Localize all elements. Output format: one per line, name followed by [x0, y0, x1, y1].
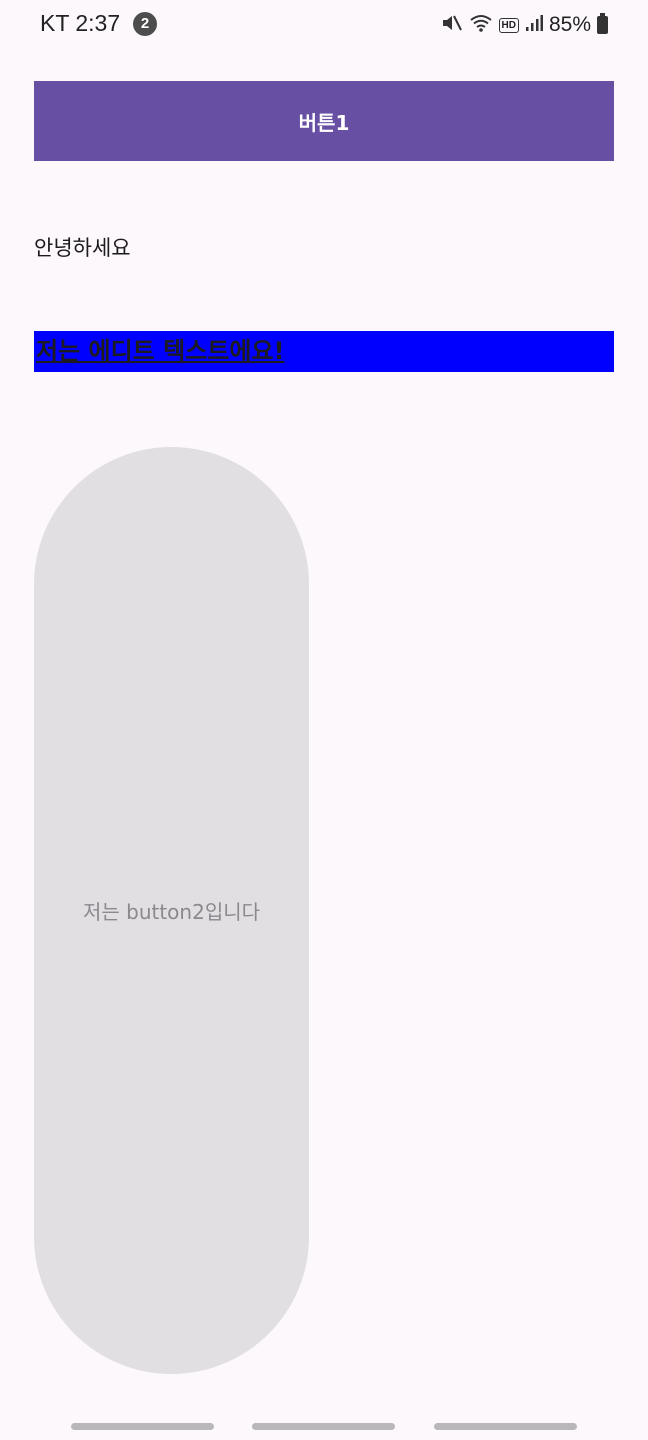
- greeting-text: 안녕하세요: [34, 236, 131, 260]
- button2-label: 저는 button2입니다: [82, 900, 261, 924]
- wifi-icon: [469, 13, 493, 37]
- button1[interactable]: 버튼1: [34, 81, 614, 161]
- mute-icon: [441, 13, 463, 37]
- nav-recents-handle[interactable]: [71, 1423, 214, 1430]
- status-bar: KT 2:37 2 HD 85%: [0, 0, 648, 50]
- status-icons: HD 85%: [441, 12, 608, 38]
- carrier-time: KT 2:37: [40, 10, 121, 36]
- battery-icon: [597, 13, 608, 34]
- button2[interactable]: 저는 button2입니다: [34, 447, 309, 1374]
- notification-badge: 2: [133, 12, 157, 36]
- edit-text-field[interactable]: 저는 에디트 텍스트에요!: [34, 331, 614, 372]
- hd-icon: HD: [498, 17, 519, 33]
- nav-home-handle[interactable]: [252, 1423, 395, 1430]
- nav-back-handle[interactable]: [434, 1423, 577, 1430]
- battery-percent: 85%: [548, 13, 591, 36]
- signal-icon: [525, 14, 543, 36]
